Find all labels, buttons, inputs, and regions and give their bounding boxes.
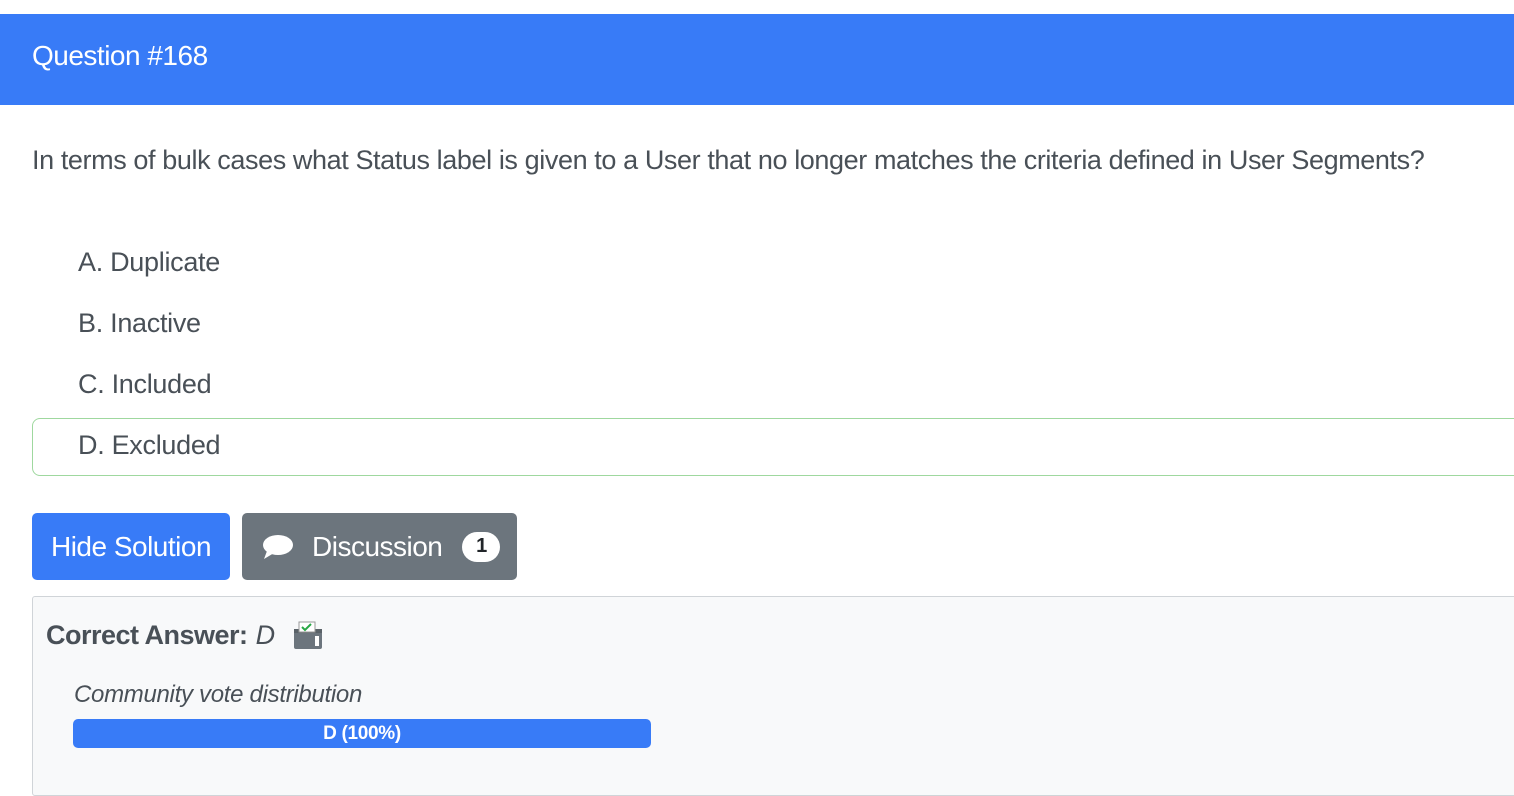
correct-answer-label: Correct Answer: [46, 619, 248, 650]
choice-b[interactable]: B. Inactive [78, 308, 201, 339]
choice-c[interactable]: C. Included [78, 369, 212, 400]
discussion-label: Discussion [312, 530, 443, 562]
hide-solution-button[interactable]: Hide Solution [32, 513, 230, 580]
vote-bar-segment-d: D (100%) [73, 719, 651, 748]
choice-d-label: D. Excluded [78, 430, 221, 460]
question-header: Question #168 [0, 14, 1514, 105]
chat-bubble-icon [262, 534, 294, 560]
question-number: Question #168 [32, 40, 208, 71]
discussion-count-badge: 1 [462, 531, 501, 562]
question-text: In terms of bulk cases what Status label… [32, 145, 1425, 175]
hide-solution-label: Hide Solution [50, 530, 212, 562]
choice-a[interactable]: A. Duplicate [78, 247, 220, 278]
correct-answer-value: D [255, 619, 276, 650]
vote-distribution-bar: D (100%) [73, 719, 651, 748]
correct-answer-line: Correct Answer: D [46, 619, 325, 651]
choice-d-correct[interactable]: D. Excluded [32, 418, 1514, 476]
ballot-box-icon[interactable] [291, 619, 325, 651]
discussion-button[interactable]: Discussion 1 [242, 513, 517, 580]
vote-distribution-title: Community vote distribution [74, 681, 363, 708]
solution-panel: Correct Answer: D Community vote distrib… [32, 596, 1514, 796]
